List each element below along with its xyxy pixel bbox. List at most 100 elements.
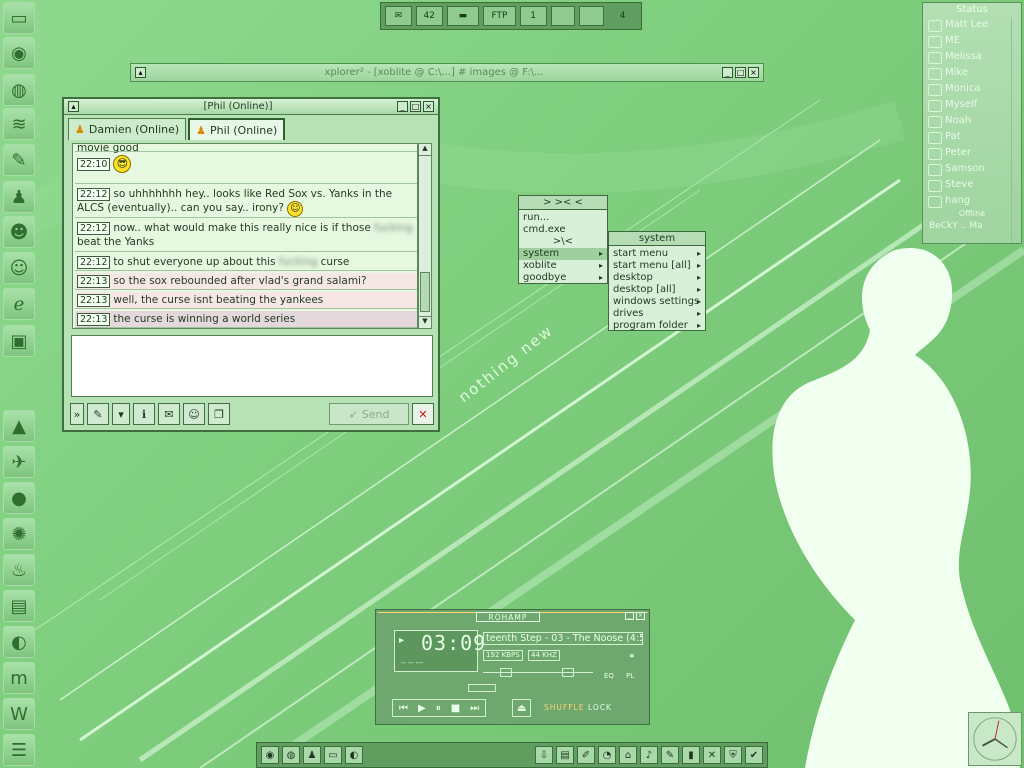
pause-icon[interactable]: ⏸ bbox=[436, 703, 441, 714]
yahoo-icon[interactable]: ☻ bbox=[3, 216, 35, 248]
tab-phil[interactable]: ♟ Phil (Online) bbox=[188, 118, 286, 140]
menu-item-drives[interactable]: drives ▸ bbox=[609, 308, 705, 320]
disconnected-icon[interactable]: ✕ bbox=[703, 746, 721, 764]
maximize-button[interactable]: □ bbox=[410, 101, 421, 112]
buddy-item[interactable]: Melissa bbox=[923, 49, 1021, 65]
send-file-icon[interactable]: ✉ bbox=[158, 403, 180, 425]
menu-item-goodbye[interactable]: goodbye ▸ bbox=[519, 272, 607, 284]
buddy-item[interactable]: Samson bbox=[923, 161, 1021, 177]
system-menu-header[interactable]: system bbox=[609, 232, 705, 246]
aim-icon[interactable]: ♟ bbox=[3, 181, 35, 213]
word-icon[interactable]: W bbox=[3, 698, 35, 730]
desktop-1-button[interactable]: 1 bbox=[519, 6, 547, 26]
window-icon[interactable]: ❐ bbox=[208, 403, 230, 425]
lock-toggle[interactable]: LOCK bbox=[588, 703, 612, 712]
menu-item-system[interactable]: system ▸ bbox=[519, 248, 607, 260]
disc-icon[interactable]: ● bbox=[3, 482, 35, 514]
shuffle-toggle[interactable]: SHUFFLE bbox=[544, 703, 584, 712]
firefox-icon[interactable]: ◉ bbox=[3, 37, 35, 69]
player-title[interactable]: ROHAMP bbox=[476, 612, 540, 622]
firefox-icon[interactable]: ◉ bbox=[261, 746, 279, 764]
elapsed-time[interactable]: 03:09 bbox=[421, 631, 486, 655]
monitor-icon[interactable]: ▮ bbox=[682, 746, 700, 764]
mouse-icon[interactable]: ◔ bbox=[598, 746, 616, 764]
computer-icon[interactable]: ▣ bbox=[3, 325, 35, 357]
balance-knob[interactable] bbox=[562, 668, 574, 677]
seek-thumb[interactable] bbox=[468, 684, 496, 692]
pen-icon[interactable]: ✎ bbox=[661, 746, 679, 764]
menu-item-cmd[interactable]: cmd.exe bbox=[519, 224, 607, 236]
menu-item-run[interactable]: run... bbox=[519, 212, 607, 224]
film-icon[interactable]: ▤ bbox=[3, 590, 35, 622]
menu-item-xoblite[interactable]: xoblite ▸ bbox=[519, 260, 607, 272]
maximize-button[interactable]: □ bbox=[735, 67, 746, 78]
player-minimize-button[interactable]: _ bbox=[625, 612, 634, 620]
thunderbird-icon[interactable]: ◍ bbox=[3, 74, 35, 106]
drive-icon[interactable]: ▤ bbox=[556, 746, 574, 764]
play-icon[interactable]: ▶ bbox=[418, 703, 426, 714]
buddy-item[interactable]: Myself bbox=[923, 97, 1021, 113]
volume-knob[interactable] bbox=[500, 668, 512, 677]
speaker-icon[interactable]: ♪ bbox=[640, 746, 658, 764]
thunderbird-icon[interactable]: ◍ bbox=[282, 746, 300, 764]
next-icon[interactable]: ⏭ bbox=[470, 703, 479, 714]
folder-icon[interactable]: ▭ bbox=[324, 746, 342, 764]
minimize-all-button[interactable]: ▬ bbox=[446, 6, 480, 26]
menu-item-program-folder[interactable]: program folder ▸ bbox=[609, 320, 705, 332]
tree-icon[interactable]: ✺ bbox=[3, 518, 35, 550]
stop-icon[interactable]: ■ bbox=[451, 703, 460, 714]
winamp-icon[interactable]: ≋ bbox=[3, 108, 35, 140]
info-icon[interactable]: ℹ bbox=[133, 403, 155, 425]
media-icon[interactable]: ◐ bbox=[345, 746, 363, 764]
close-chat-button[interactable]: ✕ bbox=[412, 403, 434, 425]
menu-item-windows-settings[interactable]: windows settings ▸ bbox=[609, 296, 705, 308]
cone-icon[interactable]: ▲ bbox=[3, 410, 35, 442]
notepad-icon[interactable]: ☰ bbox=[3, 734, 35, 766]
scroll-down-icon[interactable]: ▼ bbox=[419, 316, 431, 328]
update-icon[interactable]: ✔ bbox=[745, 746, 763, 764]
buddy-item[interactable]: ME bbox=[923, 33, 1021, 49]
close-button[interactable]: × bbox=[748, 67, 759, 78]
cake-icon[interactable]: ♨ bbox=[3, 554, 35, 586]
mail-icon[interactable]: ✉ bbox=[385, 6, 412, 26]
emoticon-icon[interactable]: ☺ bbox=[183, 403, 205, 425]
scroll-thumb[interactable] bbox=[420, 272, 430, 312]
bird-icon[interactable]: ✈ bbox=[3, 446, 35, 478]
minimize-button[interactable]: _ bbox=[722, 67, 733, 78]
msn-icon[interactable]: ☺ bbox=[3, 252, 35, 284]
player-close-button[interactable]: × bbox=[636, 612, 645, 620]
message-scrollbar[interactable]: ▲ ▼ bbox=[418, 143, 432, 329]
tab-damien[interactable]: ♟ Damien (Online) bbox=[68, 118, 187, 140]
buddy-scrollbar[interactable] bbox=[1011, 17, 1020, 242]
menu-item-start-menu[interactable]: start menu ▸ bbox=[609, 248, 705, 260]
menu-item-desktop[interactable]: desktop ▸ bbox=[609, 272, 705, 284]
buddy-item[interactable]: Monica bbox=[923, 81, 1021, 97]
tool-icon[interactable]: ✐ bbox=[577, 746, 595, 764]
desktop-3-button[interactable] bbox=[579, 6, 605, 26]
eject-icon[interactable]: ⏏ bbox=[512, 699, 532, 717]
pencil-icon[interactable]: ✎ bbox=[3, 144, 35, 176]
close-button[interactable]: × bbox=[423, 101, 434, 112]
previous-icon[interactable]: ⏮ bbox=[399, 703, 408, 714]
m-app-icon[interactable]: m bbox=[3, 662, 35, 694]
network-icon[interactable]: ⌂ bbox=[619, 746, 637, 764]
chat-titlebar[interactable]: ▴ [Phil (Online)] _ □ × bbox=[64, 99, 438, 115]
link-icon[interactable]: ⚭ bbox=[628, 652, 636, 662]
aim-icon[interactable]: ♟ bbox=[303, 746, 321, 764]
buddy-item[interactable]: Matt Lee bbox=[923, 17, 1021, 33]
xplorer-window-titlebar[interactable]: ▴ xplorer² - [xoblite @ C:\...] # images… bbox=[130, 63, 764, 82]
ftp-button[interactable]: FTP bbox=[483, 6, 516, 26]
media-icon[interactable]: ◐ bbox=[3, 626, 35, 658]
main-menu-header[interactable]: > >< < bbox=[519, 196, 607, 210]
menu-item-start-menu-all[interactable]: start menu [all] ▸ bbox=[609, 260, 705, 272]
minimize-button[interactable]: _ bbox=[397, 101, 408, 112]
dropdown-icon[interactable]: ▾ bbox=[112, 403, 130, 425]
message-input[interactable] bbox=[71, 335, 433, 397]
buddy-item[interactable]: hang bbox=[923, 193, 1021, 209]
buddy-item[interactable]: Steve bbox=[923, 177, 1021, 193]
buddy-item[interactable]: Pat bbox=[923, 129, 1021, 145]
security-icon[interactable]: ⛨ bbox=[724, 746, 742, 764]
eq-toggle[interactable]: EQ bbox=[604, 672, 614, 680]
scroll-up-icon[interactable]: ▲ bbox=[419, 144, 431, 156]
shade-button[interactable]: ▴ bbox=[68, 101, 79, 112]
